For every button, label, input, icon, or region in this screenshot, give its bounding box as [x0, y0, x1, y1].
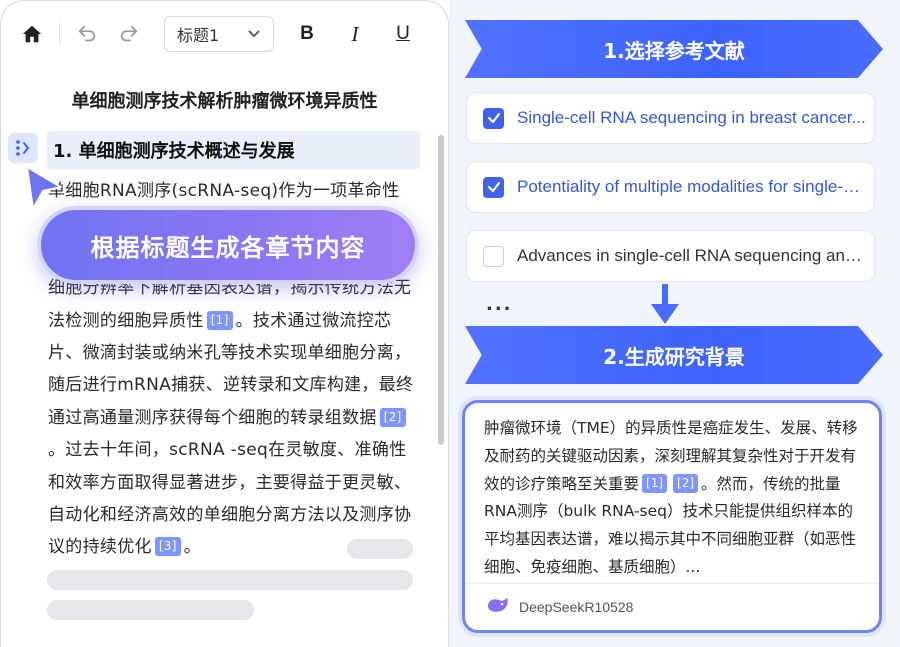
heading-style-select[interactable]: 标题1 [164, 16, 274, 52]
underline-button[interactable]: U [392, 23, 414, 45]
paragraph-text: 。 [183, 537, 202, 558]
italic-button[interactable]: I [344, 22, 366, 47]
redo-icon[interactable] [116, 21, 142, 47]
reference-title: Single-cell RNA sequencing in breast can… [517, 108, 866, 127]
model-footer: DeepSeekR10528 [465, 583, 879, 630]
toolbar-divider [59, 23, 60, 45]
loading-skeleton [47, 600, 254, 620]
checkbox-unchecked[interactable] [483, 245, 504, 267]
mouse-cursor-icon [26, 166, 62, 210]
loading-skeleton [347, 539, 413, 559]
editor-scrollbar[interactable] [438, 135, 444, 445]
drag-handle-icon[interactable] [8, 133, 38, 163]
citation-badge[interactable]: [3] [154, 537, 181, 557]
home-icon[interactable] [19, 21, 45, 47]
editor-toolbar: 标题1 B I U [1, 1, 448, 67]
document-editor: 标题1 B I U 单细胞测序技术解析肿瘤微环境异质性 1. 单细胞测序技术概述… [0, 0, 449, 647]
arrow-down-icon [651, 284, 679, 324]
undo-icon[interactable] [74, 21, 100, 47]
document-title: 单细胞测序技术解析肿瘤微环境异质性 [71, 91, 378, 112]
chevron-down-icon [247, 25, 261, 44]
citation-badge[interactable]: [1] [642, 473, 668, 493]
reference-item[interactable]: Advances in single-cell RNA sequencing a… [466, 230, 875, 282]
step-banner-generate-background: 2.生成研究背景 [465, 326, 883, 384]
checkbox-checked[interactable] [483, 107, 504, 129]
reference-title: Advances in single-cell RNA sequencing a… [517, 246, 867, 265]
citation-badge[interactable]: [1] [206, 310, 233, 330]
heading-style-value: 标题1 [177, 26, 220, 45]
reference-item[interactable]: Single-cell RNA sequencing in breast can… [466, 92, 875, 144]
generate-sections-button[interactable]: 根据标题生成各章节内容 [37, 206, 419, 284]
citation-badge[interactable]: [2] [673, 473, 699, 493]
citation-badge[interactable]: [2] [379, 407, 406, 427]
section-heading[interactable]: 1. 单细胞测序技术概述与发展 [47, 131, 420, 169]
checkbox-checked[interactable] [483, 176, 504, 198]
workflow-panel: 1.选择参考文献 Single-cell RNA sequencing in b… [449, 0, 900, 647]
generated-background-text: 肿瘤微环境（TME）的异质性是癌症发生、发展、转移及耐药的关键驱动因素，深刻理解… [484, 415, 864, 582]
paragraph-line: 单细胞RNA测序(scRNA-seq)作为一项革命性 [48, 181, 400, 201]
loading-skeleton [47, 570, 413, 590]
model-name: DeepSeekR10528 [519, 599, 634, 615]
generated-background-card[interactable]: 肿瘤微环境（TME）的异质性是癌症发生、发展、转移及耐药的关键驱动因素，深刻理解… [462, 400, 882, 633]
more-references-indicator: ... [486, 294, 513, 315]
whale-logo-icon [486, 596, 510, 618]
bold-button[interactable]: B [296, 23, 318, 45]
reference-title: Potentiality of multiple modalities for … [517, 177, 867, 196]
reference-item[interactable]: Potentiality of multiple modalities for … [466, 161, 875, 213]
step-banner-select-references: 1.选择参考文献 [465, 20, 883, 78]
